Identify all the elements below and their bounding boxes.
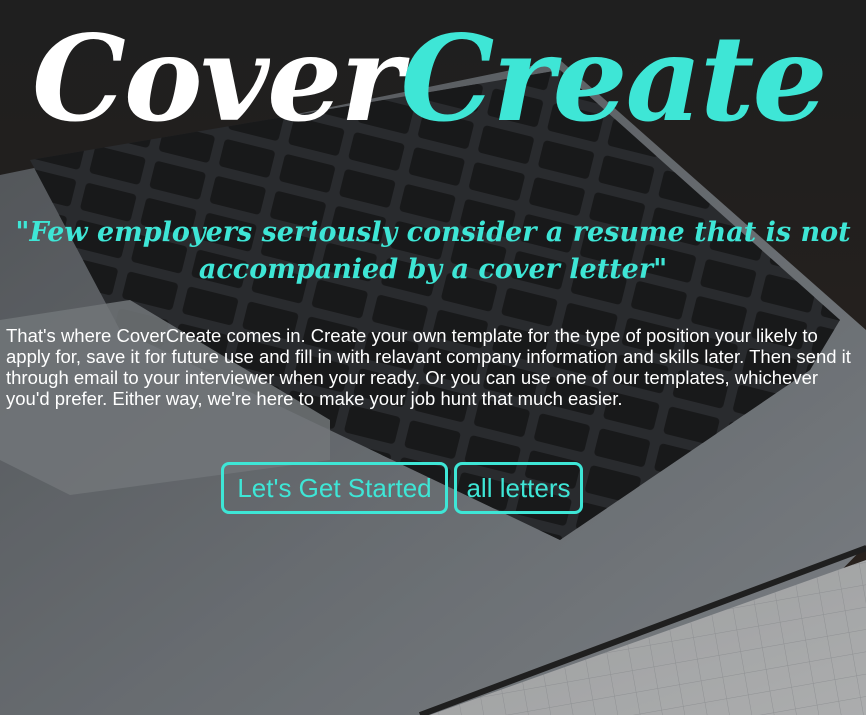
brand-logo-part-1: Cover xyxy=(32,9,402,148)
all-letters-button[interactable]: all letters xyxy=(454,462,583,514)
brand-logo: CoverCreate xyxy=(32,4,828,154)
hero-content: CoverCreate "Few employers seriously con… xyxy=(0,0,866,715)
landing-page: CoverCreate "Few employers seriously con… xyxy=(0,0,866,715)
get-started-button[interactable]: Let's Get Started xyxy=(221,462,448,514)
brand-logo-part-2: Create xyxy=(400,9,827,148)
action-buttons: Let's Get Started all letters xyxy=(221,462,583,514)
intro-paragraph: That's where CoverCreate comes in. Creat… xyxy=(6,325,851,409)
hero-quote: "Few employers seriously consider a resu… xyxy=(15,217,851,285)
